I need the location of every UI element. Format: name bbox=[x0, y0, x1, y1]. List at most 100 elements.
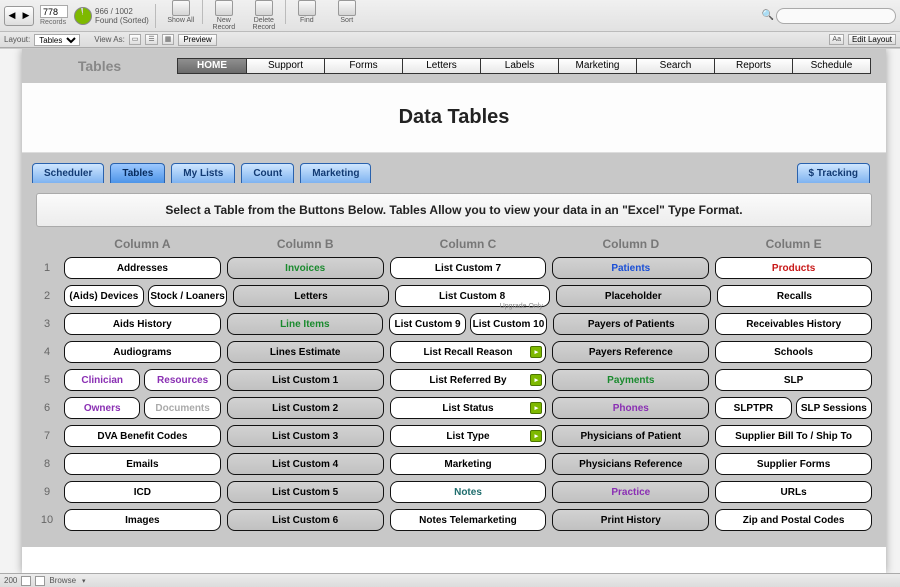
list-badge-icon: ▸ bbox=[530, 402, 542, 414]
table-button-lines-estimate[interactable]: Lines Estimate bbox=[227, 341, 384, 363]
tab-tracking[interactable]: $ Tracking bbox=[797, 163, 870, 183]
table-button-marketing[interactable]: Marketing bbox=[390, 453, 547, 475]
table-button-clinician[interactable]: Clinician bbox=[64, 369, 140, 391]
table-button-list-referred-by[interactable]: List Referred By▸ bbox=[390, 369, 547, 391]
nav-schedule[interactable]: Schedule bbox=[793, 58, 871, 74]
instruction-wrap: Select a Table from the Buttons Below. T… bbox=[22, 183, 886, 233]
table-button-products[interactable]: Products bbox=[715, 257, 872, 279]
record-next-button[interactable]: ▶ bbox=[19, 7, 33, 25]
table-button-slptpr[interactable]: SLPTPR bbox=[715, 397, 791, 419]
edit-layout-button[interactable]: Edit Layout bbox=[848, 34, 896, 45]
tab-tables[interactable]: Tables bbox=[110, 163, 165, 183]
table-button-audiograms[interactable]: Audiograms bbox=[64, 341, 221, 363]
tab-my-lists[interactable]: My Lists bbox=[171, 163, 235, 183]
table-button-letters[interactable]: Letters bbox=[233, 285, 388, 307]
table-button-images[interactable]: Images bbox=[64, 509, 221, 531]
table-button-supplier-forms[interactable]: Supplier Forms bbox=[715, 453, 872, 475]
table-button-recalls[interactable]: Recalls bbox=[717, 285, 872, 307]
table-button-addresses[interactable]: Addresses bbox=[64, 257, 221, 279]
table-button-stock-loaners[interactable]: Stock / Loaners bbox=[148, 285, 228, 307]
preview-button[interactable]: Preview bbox=[178, 34, 216, 46]
viewas-table-icon[interactable]: ▦ bbox=[162, 34, 175, 45]
table-button-patients[interactable]: Patients bbox=[552, 257, 709, 279]
table-button-notes[interactable]: Notes bbox=[390, 481, 547, 503]
table-button-urls[interactable]: URLs bbox=[715, 481, 872, 503]
table-button-owners[interactable]: Owners bbox=[64, 397, 140, 419]
table-button-supplier-bill-to-ship-to[interactable]: Supplier Bill To / Ship To bbox=[715, 425, 872, 447]
table-button-slp[interactable]: SLP bbox=[715, 369, 872, 391]
table-button-list-custom-2[interactable]: List Custom 2 bbox=[227, 397, 384, 419]
table-button-physicians-of-patient[interactable]: Physicians of Patient bbox=[552, 425, 709, 447]
table-button-resources[interactable]: Resources bbox=[144, 369, 220, 391]
table-button-documents[interactable]: Documents bbox=[144, 397, 220, 419]
table-button-slp-sessions[interactable]: SLP Sessions bbox=[796, 397, 872, 419]
main-nav: HOMESupportFormsLettersLabelsMarketingSe… bbox=[177, 58, 873, 74]
table-button-list-custom-9[interactable]: List Custom 9 bbox=[389, 313, 466, 335]
record-number-input[interactable] bbox=[40, 5, 68, 18]
column-header: Column C bbox=[390, 237, 547, 251]
table-button-list-custom-4[interactable]: List Custom 4 bbox=[227, 453, 384, 475]
table-button-dva-benefit-codes[interactable]: DVA Benefit Codes bbox=[64, 425, 221, 447]
viewas-list-icon[interactable]: ☰ bbox=[145, 34, 157, 45]
app-canvas: Tables HOMESupportFormsLettersLabelsMark… bbox=[0, 48, 900, 573]
formatting-button[interactable]: Aa bbox=[829, 34, 844, 45]
status-chevron-icon[interactable]: ▾ bbox=[82, 577, 86, 585]
table-button-list-custom-7[interactable]: List Custom 7 bbox=[390, 257, 547, 279]
table-button-payers-of-patients[interactable]: Payers of Patients bbox=[553, 313, 710, 335]
table-button-invoices[interactable]: Invoices bbox=[227, 257, 384, 279]
table-button-list-status[interactable]: List Status▸ bbox=[390, 397, 547, 419]
layout-select[interactable]: Tables bbox=[34, 34, 80, 46]
table-button-list-type[interactable]: List Type▸ bbox=[390, 425, 547, 447]
table-button-schools[interactable]: Schools bbox=[715, 341, 872, 363]
table-button-payers-reference[interactable]: Payers Reference bbox=[552, 341, 709, 363]
table-button-list-custom-10[interactable]: List Custom 10 bbox=[470, 313, 547, 335]
record-prev-button[interactable]: ◀ bbox=[5, 7, 19, 25]
nav-letters[interactable]: Letters bbox=[403, 58, 481, 74]
toolbar-find-button[interactable]: Find bbox=[288, 0, 326, 31]
table-button-practice[interactable]: Practice bbox=[552, 481, 709, 503]
table-button-aids-history[interactable]: Aids History bbox=[64, 313, 221, 335]
tab-marketing[interactable]: Marketing bbox=[300, 163, 371, 183]
column-header: Column D bbox=[552, 237, 709, 251]
tab-scheduler[interactable]: Scheduler bbox=[32, 163, 104, 183]
toolbar-new-record-button[interactable]: New Record bbox=[205, 0, 243, 31]
toolbar-delete-record-button[interactable]: Delete Record bbox=[245, 0, 283, 31]
table-button-list-recall-reason[interactable]: List Recall Reason▸ bbox=[390, 341, 547, 363]
table-button-list-custom-1[interactable]: List Custom 1 bbox=[227, 369, 384, 391]
table-button-line-items[interactable]: Line Items bbox=[227, 313, 384, 335]
table-button-emails[interactable]: Emails bbox=[64, 453, 221, 475]
grid-header: Column AColumn BColumn CColumn DColumn E bbox=[36, 237, 872, 251]
table-button-list-custom-3[interactable]: List Custom 3 bbox=[227, 425, 384, 447]
table-button-print-history[interactable]: Print History bbox=[552, 509, 709, 531]
table-row: 6OwnersDocumentsList Custom 2List Status… bbox=[36, 397, 872, 419]
search-input[interactable] bbox=[776, 8, 896, 24]
nav-search[interactable]: Search bbox=[637, 58, 715, 74]
status-bar: 200 Browse ▾ bbox=[0, 573, 900, 587]
table-button-list-custom-6[interactable]: List Custom 6 bbox=[227, 509, 384, 531]
toolbar-show-all-button[interactable]: Show All bbox=[162, 0, 200, 31]
table-button-notes-telemarketing[interactable]: Notes Telemarketing bbox=[390, 509, 547, 531]
table-button-zip-and-postal-codes[interactable]: Zip and Postal Codes bbox=[715, 509, 872, 531]
table-button--aids-devices[interactable]: (Aids) Devices bbox=[64, 285, 144, 307]
nav-reports[interactable]: Reports bbox=[715, 58, 793, 74]
status-zoom-icon[interactable] bbox=[21, 576, 31, 586]
nav-home[interactable]: HOME bbox=[177, 58, 247, 74]
table-button-list-custom-5[interactable]: List Custom 5 bbox=[227, 481, 384, 503]
nav-marketing[interactable]: Marketing bbox=[559, 58, 637, 74]
layout-bar: Layout: Tables View As: ▭ ☰ ▦ Preview Aa… bbox=[0, 32, 900, 48]
table-button-phones[interactable]: Phones bbox=[552, 397, 709, 419]
nav-forms[interactable]: Forms bbox=[325, 58, 403, 74]
tab-count[interactable]: Count bbox=[241, 163, 294, 183]
page-title: Data Tables bbox=[399, 106, 510, 129]
nav-support[interactable]: Support bbox=[247, 58, 325, 74]
table-button-receivables-history[interactable]: Receivables History bbox=[715, 313, 872, 335]
table-button-physicians-reference[interactable]: Physicians Reference bbox=[552, 453, 709, 475]
viewas-form-icon[interactable]: ▭ bbox=[129, 34, 142, 45]
table-button-icd[interactable]: ICD bbox=[64, 481, 221, 503]
table-button-payments[interactable]: Payments bbox=[552, 369, 709, 391]
table-button-placeholder[interactable]: Placeholder bbox=[556, 285, 711, 307]
nav-labels[interactable]: Labels bbox=[481, 58, 559, 74]
status-view-icon[interactable] bbox=[35, 576, 45, 586]
toolbar-sort-button[interactable]: Sort bbox=[328, 0, 366, 31]
layout-label: Layout: bbox=[4, 35, 30, 44]
